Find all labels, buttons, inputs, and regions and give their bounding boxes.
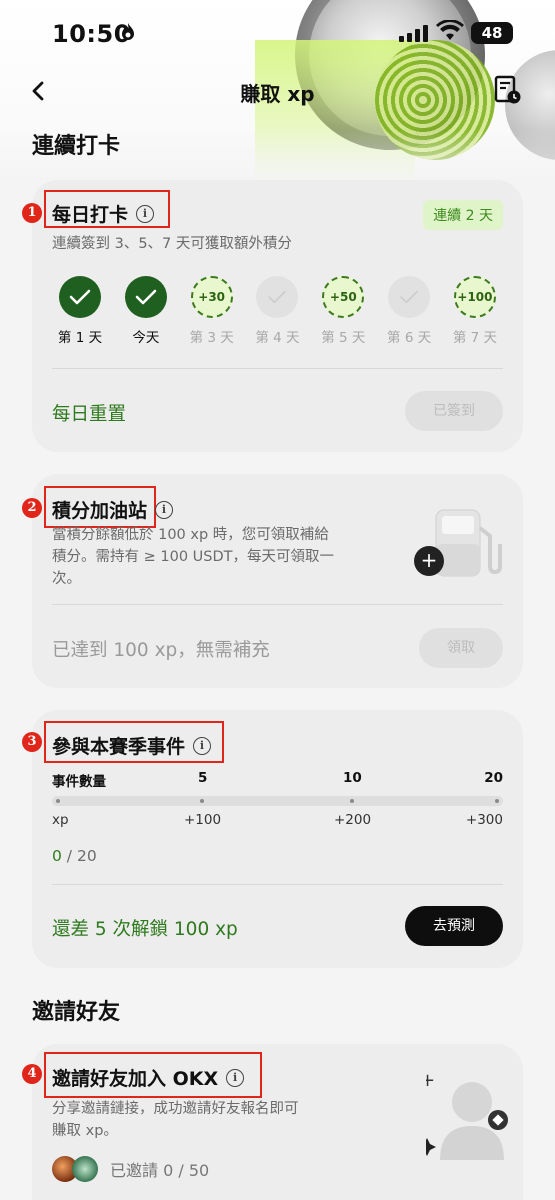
divider (52, 884, 503, 885)
page-title: 賺取 xp (240, 82, 315, 106)
day-label: 第 4 天 (255, 330, 300, 346)
check-icon (124, 276, 167, 318)
avatar (72, 1156, 98, 1182)
svg-text:+: + (426, 1072, 435, 1091)
milestone-reward: +300 (465, 812, 503, 828)
progress-total: / 20 (61, 847, 97, 865)
invited-count-row: 已邀請 0 / 50 (52, 1156, 209, 1182)
scale-label: 事件數量 (52, 774, 106, 790)
card-title-fuel-station: 積分加油站 i (52, 496, 174, 523)
daily-reset-label: 每日重置 (52, 404, 127, 425)
cellular-signal-icon (399, 24, 429, 42)
card-title-season-events: 參與本賽季事件 i (52, 732, 212, 759)
day-label: 第 3 天 (189, 330, 234, 346)
checkin-day: +100 第 7 天 (447, 276, 503, 346)
progress-track (52, 796, 503, 806)
invite-friends-card[interactable]: 4 邀請好友加入 OKX i 分享邀請鏈接，成功邀請好友報名即可 賺取 xp。 … (22, 1044, 523, 1200)
check-icon (388, 276, 431, 318)
divider (52, 604, 503, 605)
go-predict-button[interactable]: 去預測 (405, 906, 503, 946)
event-progress-text: 0 / 20 (52, 847, 97, 865)
annotation-badge-3: 3 (22, 732, 42, 752)
daily-checkin-card: 1 每日打卡 i 連續 2 天 連續簽到 3、5、7 天可獲取額外積分 第 1 … (22, 180, 523, 452)
subtitle-line: 次。 (52, 571, 81, 587)
invited-avatars (52, 1156, 100, 1182)
milestone-reward: +200 (334, 812, 372, 828)
checked-in-button[interactable]: 已簽到 (405, 391, 503, 431)
check-icon (59, 276, 101, 318)
milestone-reward: +100 (184, 812, 222, 828)
checkin-day: +30 第 3 天 (184, 276, 240, 346)
info-icon[interactable]: i (136, 204, 155, 223)
card-title-invite: 邀請好友加入 OKX i (52, 1064, 245, 1091)
fuel-station-subtitle: 當積分餘額低於 100 xp 時，您可領取補給 積分。需持有 ≥ 100 USD… (52, 524, 334, 590)
day-label: 今天 (132, 330, 160, 346)
annotation-badge-2: 2 (22, 498, 42, 518)
fuel-status-text: 已達到 100 xp，無需補充 (52, 640, 270, 661)
claim-button[interactable]: 領取 (419, 628, 503, 668)
battery-indicator: 48 (471, 22, 513, 44)
check-icon (256, 276, 299, 318)
checkin-subtitle: 連續簽到 3、5、7 天可獲取額外積分 (52, 236, 292, 252)
milestone-value: 5 (198, 770, 208, 786)
bonus-reward-badge: +30 (190, 276, 233, 318)
milestone-value: 10 (343, 770, 362, 786)
annotation-badge-4: 4 (22, 1064, 42, 1084)
bonus-reward-badge: +100 (453, 276, 496, 318)
status-bar: 10:50 48 (0, 0, 555, 66)
info-icon[interactable]: i (193, 736, 212, 755)
day-label: 第 1 天 (57, 330, 103, 346)
subtitle-line: 賺取 xp。 (52, 1123, 118, 1139)
section-title-checkin: 連續打卡 (32, 134, 121, 159)
title-text: 邀請好友加入 OKX (52, 1068, 219, 1090)
subtitle-line: 當積分餘額低於 100 xp 時，您可領取補給 (52, 527, 329, 543)
wifi-icon (436, 19, 464, 42)
subtitle-line: 分享邀請鏈接，成功邀請好友報名即可 (52, 1101, 299, 1117)
checkin-day: 第 6 天 (381, 276, 437, 346)
info-icon[interactable]: i (226, 1068, 245, 1087)
checkin-day: 今天 (118, 276, 174, 346)
progress-current: 0 (52, 847, 62, 865)
checkin-day: 第 1 天 (52, 276, 108, 346)
navigation-bar: 賺取 xp (0, 66, 555, 116)
title-text: 積分加油站 (52, 500, 148, 522)
checkin-day: +50 第 5 天 (315, 276, 371, 346)
invited-count-text: 已邀請 0 / 50 (110, 1161, 210, 1180)
subtitle-line: 積分。需持有 ≥ 100 USDT，每天可領取一 (52, 549, 334, 565)
unlock-hint-text: 還差 5 次解鎖 100 xp (52, 919, 238, 940)
flame-icon (120, 22, 136, 47)
history-record-icon[interactable] (493, 74, 523, 106)
scale-label: xp (52, 812, 69, 828)
milestone-value: 20 (484, 770, 503, 786)
title-text: 參與本賽季事件 (52, 736, 186, 758)
title-text: 每日打卡 (52, 204, 129, 226)
bonus-reward-badge: +50 (322, 276, 365, 318)
card-title-daily-checkin: 每日打卡 i (52, 200, 155, 227)
day-label: 第 6 天 (387, 330, 432, 346)
day-label: 第 5 天 (321, 330, 366, 346)
season-events-card: 3 參與本賽季事件 i 事件數量 5 10 20 xp +100 +200 +3… (22, 710, 523, 968)
invite-subtitle: 分享邀請鏈接，成功邀請好友報名即可 賺取 xp。 (52, 1098, 299, 1142)
plus-icon: + (414, 546, 444, 576)
annotation-badge-1: 1 (22, 203, 42, 223)
info-icon[interactable]: i (155, 500, 174, 519)
section-title-invite: 邀請好友 (32, 1000, 121, 1025)
divider (52, 368, 503, 369)
streak-badge: 連續 2 天 (423, 200, 503, 230)
person-illustration-icon: + (418, 1070, 508, 1160)
checkin-day: 第 4 天 (249, 276, 305, 346)
checkin-days-row: 第 1 天 今天 +30 第 3 天 第 4 天 +50 第 5 天 第 6 天… (52, 276, 503, 346)
points-fuel-station-card: 2 積分加油站 i 當積分餘額低於 100 xp 時，您可領取補給 積分。需持有… (22, 474, 523, 688)
day-label: 第 7 天 (452, 330, 498, 346)
